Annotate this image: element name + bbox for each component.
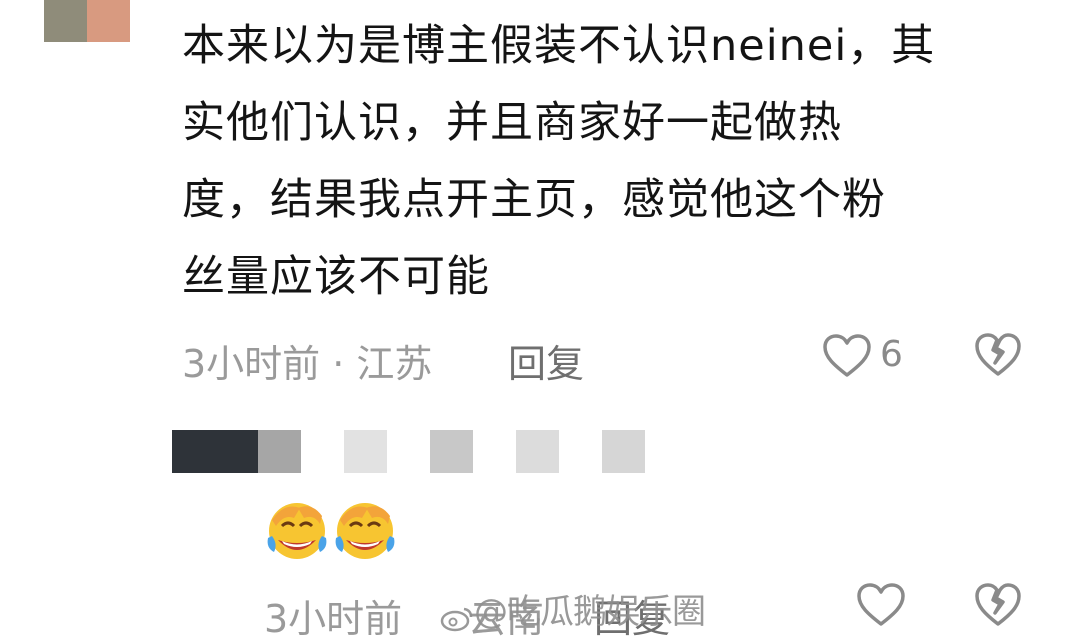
comment-text: 本来以为是博主假装不认识neinei，其 实他们认识，并且商家好一起做热 度，结… (182, 8, 1042, 316)
comment-line: 丝量应该不可能 (182, 252, 490, 302)
heart-icon (823, 334, 871, 377)
watermark: @吃瓜鹅娱乐圈 (440, 584, 706, 633)
mosaic-block (344, 430, 387, 473)
heart-icon[interactable] (856, 583, 906, 627)
comment-line: 实他们认识，并且商家好一起做热 (182, 98, 842, 148)
reply-timestamp: 3小时前 (264, 597, 403, 641)
mosaic-block (258, 430, 301, 473)
like-button[interactable]: 6 (822, 332, 922, 382)
broken-heart-icon[interactable] (974, 583, 1022, 627)
mosaic-block (172, 430, 258, 473)
avatar-block-right (87, 0, 130, 42)
watermark-text: @吃瓜鹅娱乐圈 (474, 592, 706, 632)
mosaic-block (430, 430, 473, 473)
mosaic-block (516, 430, 559, 473)
laughing-crying-emoji (335, 503, 395, 559)
comment-line: 本来以为是博主假装不认识neinei，其 (182, 21, 936, 71)
weibo-icon (440, 601, 474, 631)
like-count: 6 (880, 334, 903, 375)
avatar[interactable] (44, 0, 130, 42)
reply-username-mosaic[interactable] (172, 430, 652, 474)
laughing-crying-emoji (267, 503, 327, 559)
avatar-block-left (44, 0, 87, 42)
comment-timestamp: 3小时前 · 江苏 (182, 342, 433, 386)
reply-button[interactable]: 回复 (508, 333, 584, 388)
comment-line: 度，结果我点开主页，感觉他这个粉 (182, 175, 886, 225)
broken-heart-icon[interactable] (974, 333, 1022, 377)
mosaic-block (602, 430, 645, 473)
